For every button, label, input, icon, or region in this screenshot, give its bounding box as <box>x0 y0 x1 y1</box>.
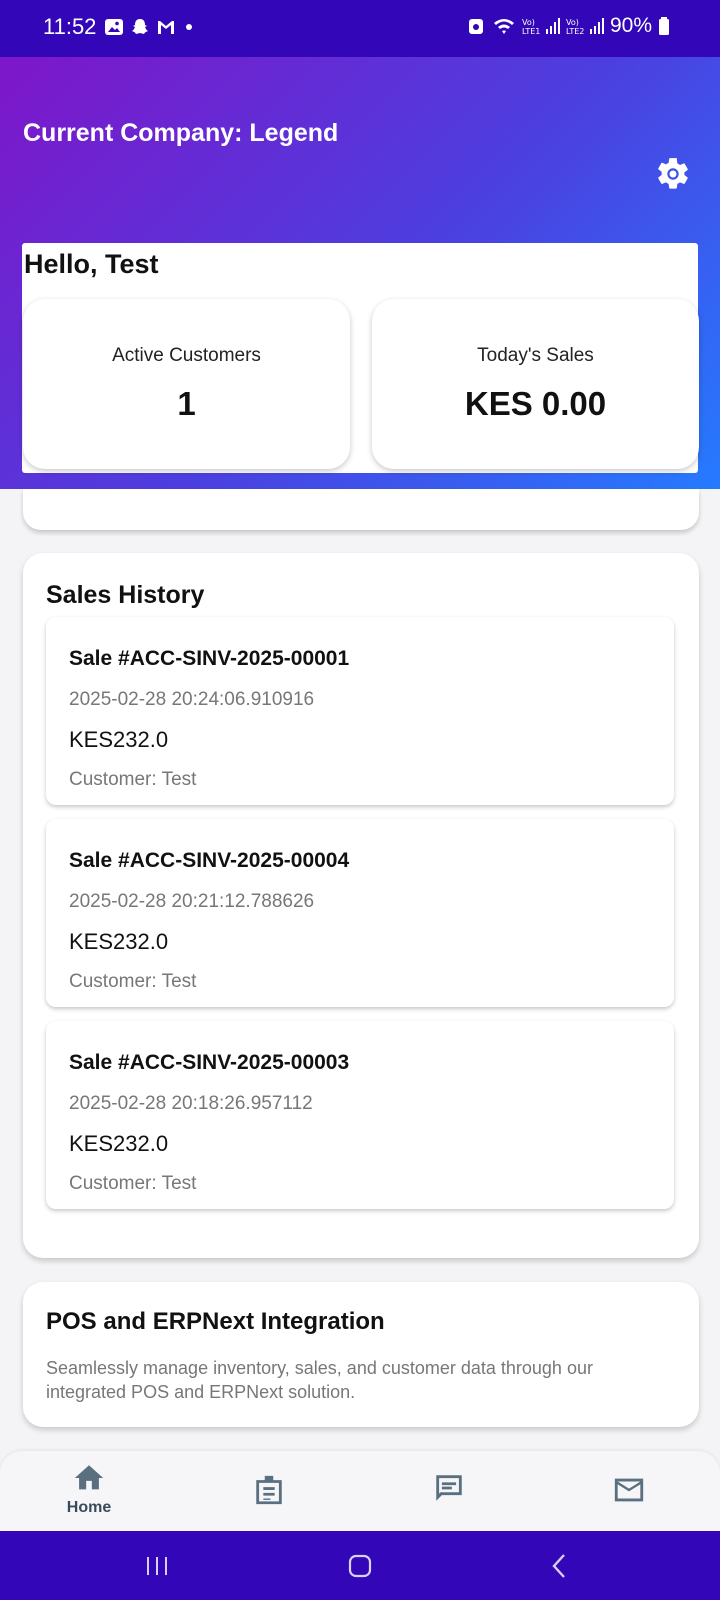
back-icon[interactable] <box>545 1551 575 1581</box>
svg-text:LTE1: LTE1 <box>522 27 540 36</box>
sale-date: 2025-02-28 20:21:12.788626 <box>69 891 315 912</box>
stat-label: Today's Sales <box>477 345 594 366</box>
active-customers-card[interactable]: Active Customers 1 <box>23 299 350 469</box>
bottom-navigation: Home <box>0 1451 720 1531</box>
sale-date: 2025-02-28 20:18:26.957112 <box>69 1093 313 1114</box>
svg-text:Vo): Vo) <box>566 18 579 27</box>
current-company: Current Company: Legend <box>23 119 339 147</box>
signal-lte2-icon: Vo)LTE2 <box>566 18 604 36</box>
scrolled-card <box>23 489 699 530</box>
nav-inventory[interactable] <box>219 1473 319 1507</box>
nav-home-label: Home <box>66 1499 112 1516</box>
sale-title: Sale #ACC-SINV-2025-00001 <box>69 647 350 670</box>
integration-card: POS and ERPNext Integration Seamlessly m… <box>23 1282 699 1427</box>
settings-gear-icon[interactable] <box>654 155 692 193</box>
sale-title: Sale #ACC-SINV-2025-00004 <box>69 849 350 872</box>
signal-lte1-icon: Vo)LTE1 <box>522 18 560 36</box>
wifi-icon <box>493 19 514 34</box>
dashboard-header: Current Company: Legend Hello, Test Acti… <box>0 57 720 489</box>
integration-title: POS and ERPNext Integration <box>46 1308 385 1335</box>
gmail-icon <box>158 21 174 34</box>
stat-value: KES 0.00 <box>464 385 607 422</box>
sale-customer: Customer: Test <box>69 971 197 992</box>
stat-label: Active Customers <box>112 345 261 366</box>
battery-icon <box>659 17 669 35</box>
battery-percent: 90% <box>609 14 652 37</box>
greeting-text: Hello, Test <box>24 249 159 279</box>
snapchat-icon <box>132 19 148 34</box>
sale-customer: Customer: Test <box>69 1173 197 1194</box>
status-bar: 11:52 Vo) LTE1 Vo) LTE2 90% <box>0 0 720 57</box>
integration-description: Seamlessly manage inventory, sales, and … <box>46 1358 593 1402</box>
notification-icons <box>104 17 192 37</box>
home-icon <box>74 1465 104 1490</box>
gallery-icon <box>105 19 123 35</box>
nav-home[interactable]: Home <box>39 1461 139 1517</box>
nav-mail[interactable] <box>579 1473 679 1507</box>
home-button-icon[interactable] <box>345 1551 375 1581</box>
sale-item[interactable]: Sale #ACC-SINV-2025-00004 2025-02-28 20:… <box>46 819 674 1007</box>
nav-chat[interactable] <box>399 1471 499 1505</box>
stat-value: 1 <box>177 385 196 422</box>
recent-apps-icon[interactable] <box>142 1551 172 1581</box>
system-navigation-bar <box>0 1531 720 1600</box>
sale-title: Sale #ACC-SINV-2025-00003 <box>69 1051 350 1074</box>
chat-icon <box>436 1475 462 1501</box>
svg-text:Vo): Vo) <box>522 18 535 27</box>
sales-history-card: Sales History Sale #ACC-SINV-2025-00001 … <box>23 553 699 1258</box>
sale-customer: Customer: Test <box>69 769 197 790</box>
more-notifications-dot <box>186 24 192 30</box>
sale-amount: KES232.0 <box>69 1131 169 1156</box>
alarm-icon <box>468 19 483 34</box>
sale-amount: KES232.0 <box>69 929 169 954</box>
status-time: 11:52 <box>43 14 97 39</box>
mail-icon <box>614 1478 644 1502</box>
system-status: Vo) LTE1 Vo) LTE2 90% <box>466 14 670 38</box>
svg-text:LTE2: LTE2 <box>566 27 584 36</box>
todays-sales-card[interactable]: Today's Sales KES 0.00 <box>372 299 699 469</box>
sale-date: 2025-02-28 20:24:06.910916 <box>69 689 315 710</box>
inventory-icon <box>256 1475 282 1505</box>
sales-history-title: Sales History <box>46 581 205 609</box>
greeting-panel: Hello, Test Active Customers 1 Today's S… <box>22 243 699 473</box>
sale-item[interactable]: Sale #ACC-SINV-2025-00003 2025-02-28 20:… <box>46 1021 674 1209</box>
sale-amount: KES232.0 <box>69 727 169 752</box>
sale-item[interactable]: Sale #ACC-SINV-2025-00001 2025-02-28 20:… <box>46 617 674 805</box>
